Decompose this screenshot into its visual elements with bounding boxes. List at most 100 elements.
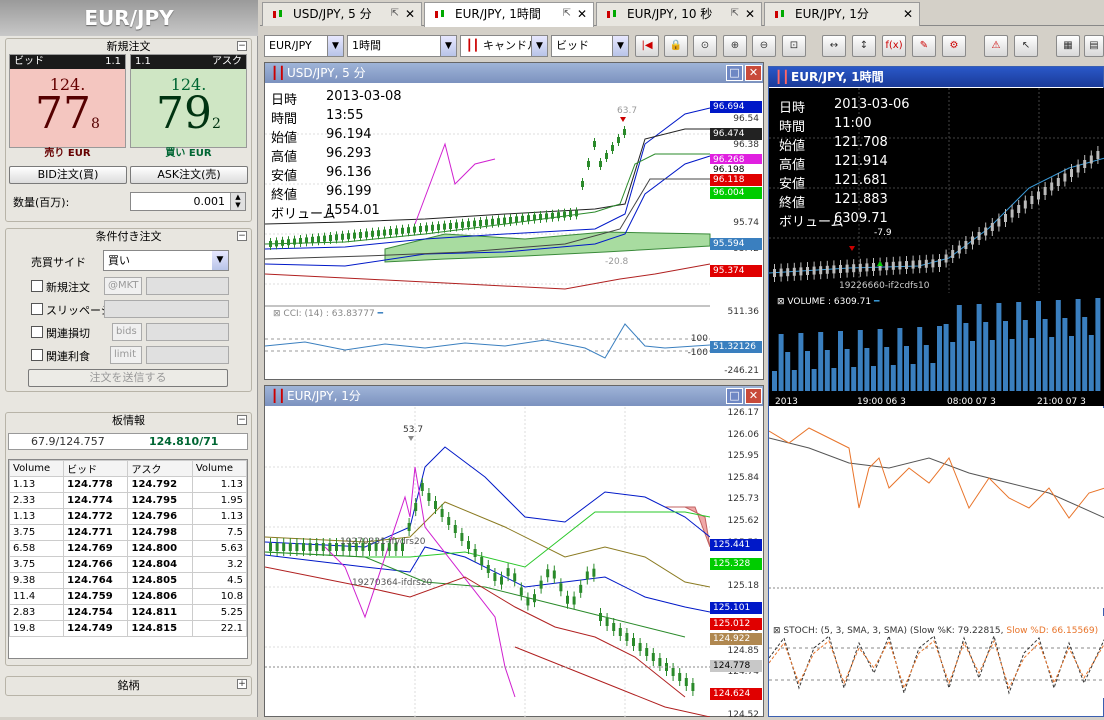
candle: [275, 543, 279, 551]
volume-bar: [983, 322, 989, 391]
candle: [328, 543, 332, 551]
tab-eurjpy-10s[interactable]: EUR/JPY, 10 秒 ⇱ ✕: [596, 2, 762, 26]
ask-quote-tile[interactable]: 1.1 アスク 124. 792 買い EUR: [130, 54, 247, 159]
popout-icon[interactable]: ⇱: [391, 3, 399, 25]
bid-quote-tile[interactable]: ビッド 1.1 124. 778 売り EUR: [9, 54, 126, 159]
candle: [453, 525, 457, 533]
order-line-label: 19270331-ifydrs20: [340, 537, 426, 547]
quantity-input[interactable]: 0.001: [130, 192, 246, 211]
candle: [493, 573, 497, 581]
table-row[interactable]: 2.33 124.774 124.795 1.95: [8, 492, 248, 509]
candle: [579, 584, 583, 593]
collapse-icon[interactable]: −: [237, 41, 247, 51]
chart-shift-icon[interactable]: |◀: [635, 35, 659, 57]
volume-bar: [930, 363, 936, 391]
slippage-checkbox[interactable]: [31, 303, 43, 315]
horizontal-scale-icon[interactable]: ↔: [822, 35, 846, 57]
eurjpy-1min-chart[interactable]: 53.7 19270331-ifydrs20 19270364-ifdrs20: [265, 407, 710, 717]
candle: [1030, 196, 1034, 204]
table-row[interactable]: 1.13 124.772 124.796 1.13: [8, 508, 248, 525]
popout-icon[interactable]: ⇱: [563, 3, 571, 25]
zoom-icon[interactable]: ⊙: [693, 35, 717, 57]
table-row[interactable]: 3.75 124.771 124.798 7.5: [8, 524, 248, 541]
close-icon[interactable]: ⊠: [777, 297, 785, 307]
maximize-icon[interactable]: □: [726, 388, 743, 404]
candle: [563, 211, 566, 218]
collapse-icon[interactable]: −: [237, 231, 247, 241]
side-label: 売買サイド: [31, 256, 86, 269]
table-row[interactable]: 2.83 124.754 124.811 5.25: [8, 604, 248, 621]
candle: [997, 218, 1001, 227]
candle: [315, 543, 319, 551]
close-icon[interactable]: ✕: [745, 388, 762, 404]
table-row[interactable]: 1.13 124.778 124.792 1.13: [8, 476, 248, 493]
table-row[interactable]: 9.38 124.764 124.805 4.5: [8, 572, 248, 589]
candle: [305, 237, 308, 244]
zoom-area-icon[interactable]: ⊡: [782, 35, 806, 57]
new-order-label: 新規注文: [46, 281, 90, 294]
candle: [905, 261, 908, 269]
zoom-in-icon[interactable]: ⊕: [723, 35, 747, 57]
maximize-icon[interactable]: □: [726, 65, 743, 81]
close-icon[interactable]: ⊠: [773, 626, 781, 636]
zoom-out-icon[interactable]: ⊖: [752, 35, 776, 57]
close-icon[interactable]: ✕: [405, 3, 415, 25]
new-order-checkbox[interactable]: [31, 280, 43, 292]
tab-eurjpy-1min[interactable]: EUR/JPY, 1分 ✕: [764, 2, 920, 26]
price-label: 96.004: [710, 187, 762, 199]
close-icon[interactable]: ✕: [577, 3, 587, 25]
candle: [551, 212, 554, 219]
side-select[interactable]: 買い ▼: [103, 250, 229, 271]
table-row[interactable]: 6.58 124.769 124.800 5.63: [8, 540, 248, 557]
drawing-tools-icon[interactable]: ✎: [912, 35, 936, 57]
settings-icon[interactable]: ⚙: [942, 35, 966, 57]
conditional-order-title: 条件付き注文: [95, 230, 162, 243]
quantity-stepper[interactable]: ▲ ▼: [230, 193, 245, 210]
send-order-button[interactable]: 注文を送信する: [28, 369, 228, 387]
tab-eurjpy-1h[interactable]: EUR/JPY, 1時間 ⇱ ✕: [424, 2, 594, 27]
popout-icon[interactable]: ⇱: [731, 3, 739, 25]
vertical-scale-icon[interactable]: ↕: [852, 35, 876, 57]
volume-bar: [1062, 318, 1068, 391]
info-value: 121.708: [834, 135, 888, 150]
stop-loss-checkbox[interactable]: [31, 326, 43, 338]
tab-usdjpy-5min[interactable]: USD/JPY, 5 分 ⇱ ✕: [262, 2, 422, 26]
volume-bar: [1029, 338, 1035, 391]
volume-bar: [956, 305, 962, 391]
book-ask-summary: 124.810/71: [149, 435, 219, 448]
table-row[interactable]: 3.75 124.766 124.804 3.2: [8, 556, 248, 573]
period-select[interactable]: 1時間 ▼: [347, 35, 457, 57]
close-icon[interactable]: ✕: [745, 3, 755, 25]
volume-bar: [943, 324, 949, 391]
close-icon[interactable]: ✕: [745, 65, 762, 81]
close-icon[interactable]: ✕: [903, 3, 913, 25]
price-tick: 95.74: [733, 218, 759, 228]
lock-icon[interactable]: 🔒: [664, 35, 688, 57]
quantity-label: 数量(百万):: [13, 196, 70, 209]
price-tick: 124.52: [727, 710, 760, 720]
bid-order-button[interactable]: BID注文(買): [9, 166, 127, 184]
candle: [773, 269, 776, 277]
volume-bar: [1069, 336, 1074, 391]
peak-label: 53.7: [403, 425, 423, 435]
alert-icon[interactable]: ⚠: [984, 35, 1008, 57]
candle: [341, 233, 344, 240]
cursor-icon[interactable]: ↖: [1014, 35, 1038, 57]
instrument-select[interactable]: EUR/JPY ▼: [264, 35, 344, 57]
grid-layout-icon[interactable]: ▦: [1056, 35, 1080, 57]
info-key: 安値: [779, 177, 806, 192]
indicator-function-icon[interactable]: f(x): [882, 35, 906, 57]
price-side-select[interactable]: ビッド ▼: [551, 35, 629, 57]
chart-type-select[interactable]: ┃┃ キャンドル ▼: [460, 35, 548, 57]
collapse-icon[interactable]: −: [237, 415, 247, 425]
table-row[interactable]: 19.8 124.749 124.815 22.1: [8, 620, 248, 637]
candle: [500, 576, 503, 585]
candle: [335, 543, 338, 551]
cci-oscillator-chart[interactable]: [265, 318, 710, 380]
table-row[interactable]: 11.4 124.759 124.806 10.8: [8, 588, 248, 605]
candle: [671, 668, 675, 676]
more-icon[interactable]: ▤: [1084, 35, 1104, 57]
ask-order-button[interactable]: ASK注文(売): [130, 166, 248, 184]
take-profit-checkbox[interactable]: [31, 349, 43, 361]
expand-icon[interactable]: +: [237, 679, 247, 689]
